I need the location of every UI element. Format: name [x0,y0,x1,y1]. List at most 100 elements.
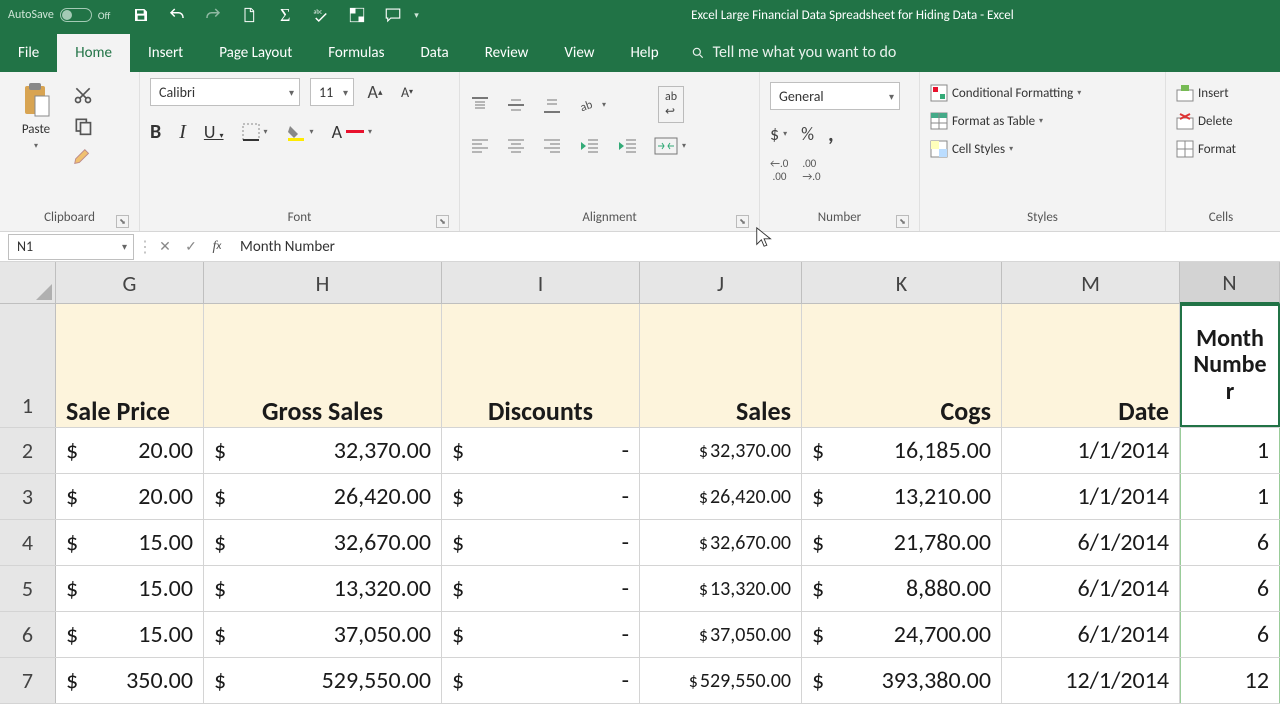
row-header[interactable]: 6 [0,612,56,657]
cell[interactable]: $529,550.00 [640,658,802,703]
cell[interactable]: $13,210.00 [802,474,1002,519]
tab-data[interactable]: Data [402,34,466,72]
col-header-j[interactable]: J [640,262,802,304]
header-sales[interactable]: Sales [640,304,802,427]
cell[interactable]: 12/1/2014 [1002,658,1180,703]
cell[interactable]: $13,320.00 [640,566,802,611]
cell[interactable]: 6 [1180,566,1280,611]
delete-cells-button[interactable]: Delete [1176,112,1236,130]
percent-button[interactable]: % [801,123,814,145]
save-icon[interactable] [132,6,150,24]
cell[interactable]: $20.00 [56,428,204,473]
cell[interactable]: $13,320.00 [204,566,442,611]
tab-review[interactable]: Review [467,34,547,72]
underline-button[interactable]: U ▾ [204,121,224,143]
font-size-select[interactable]: 11 [310,78,354,106]
tab-view[interactable]: View [546,34,612,72]
tab-formulas[interactable]: Formulas [310,34,402,72]
col-header-k[interactable]: K [802,262,1002,304]
redo-icon[interactable] [204,6,222,24]
cell[interactable]: $32,670.00 [640,520,802,565]
paste-dropdown-icon[interactable]: ▾ [34,141,38,151]
cell[interactable]: $15.00 [56,566,204,611]
cell[interactable]: $8,880.00 [802,566,1002,611]
increase-decimal-icon[interactable]: ←.0 .00 [770,157,788,183]
cell[interactable]: $32,370.00 [204,428,442,473]
decrease-decimal-icon[interactable]: .00→.0 [802,157,820,183]
fill-color-button[interactable]: ▾ [286,122,314,142]
conditional-formatting-button[interactable]: Conditional Formatting▾ [930,84,1081,102]
autosum-icon[interactable]: Σ [276,6,294,24]
cell[interactable]: $15.00 [56,612,204,657]
font-color-button[interactable]: A▾ [332,121,372,143]
cell-n1[interactable]: Month Number [1180,304,1280,427]
comma-button[interactable]: , [828,120,834,147]
autosave-switch[interactable] [60,8,92,22]
align-middle-icon[interactable] [506,96,526,114]
bold-button[interactable]: B [150,120,161,144]
cell[interactable]: 6/1/2014 [1002,520,1180,565]
increase-font-icon[interactable]: A▴ [364,81,386,103]
number-launcher[interactable]: ⬊ [896,215,909,228]
cell[interactable]: 6/1/2014 [1002,566,1180,611]
cut-icon[interactable] [72,84,94,106]
cell[interactable]: 6 [1180,612,1280,657]
decrease-font-icon[interactable]: A▾ [396,81,418,103]
font-launcher[interactable]: ⬊ [436,215,449,228]
spreadsheet-grid[interactable]: G H I J K M N 1 Sale Price Gross Sales D… [0,262,1280,720]
format-as-table-button[interactable]: Format as Table▾ [930,112,1081,130]
row-header[interactable]: 4 [0,520,56,565]
enter-formula-icon[interactable]: ✓ [178,238,204,255]
border-button[interactable]: ▾ [242,123,268,141]
format-painter-icon[interactable] [72,146,94,168]
align-top-icon[interactable] [470,96,490,114]
tell-me-search[interactable]: Tell me what you want to do [677,33,911,72]
row-header[interactable]: 7 [0,658,56,703]
tab-file[interactable]: File [0,34,57,72]
col-header-g[interactable]: G [56,262,204,304]
cell[interactable]: $- [442,566,640,611]
undo-icon[interactable] [168,6,186,24]
cell[interactable]: 12 [1180,658,1280,703]
cell[interactable]: 1 [1180,474,1280,519]
clipboard-launcher[interactable]: ⬊ [116,215,129,228]
row-header[interactable]: 3 [0,474,56,519]
col-header-n[interactable]: N [1180,262,1280,304]
italic-button[interactable]: I [179,121,186,144]
tab-page-layout[interactable]: Page Layout [201,34,310,72]
cell[interactable]: 1 [1180,428,1280,473]
decrease-indent-icon[interactable] [578,137,600,155]
qat-customize-icon[interactable]: ▾ [414,10,419,21]
col-header-i[interactable]: I [442,262,640,304]
new-icon[interactable] [240,6,258,24]
header-sale-price[interactable]: Sale Price [56,304,204,427]
autosave-toggle[interactable]: AutoSave Off [0,8,118,22]
increase-indent-icon[interactable] [616,137,638,155]
pivot-icon[interactable] [348,6,366,24]
paste-button[interactable]: Paste ▾ [10,78,62,151]
name-box[interactable]: N1 [8,234,134,260]
row-header-1[interactable]: 1 [0,304,56,427]
align-left-icon[interactable] [470,138,490,154]
cancel-formula-icon[interactable]: ✕ [152,238,178,255]
cell[interactable]: $24,700.00 [802,612,1002,657]
align-center-icon[interactable] [506,138,526,154]
comment-icon[interactable] [384,6,402,24]
cell[interactable]: $21,780.00 [802,520,1002,565]
cell[interactable]: $32,670.00 [204,520,442,565]
cell[interactable]: $- [442,428,640,473]
font-name-select[interactable]: Calibri [150,78,300,106]
row-header[interactable]: 5 [0,566,56,611]
col-header-h[interactable]: H [204,262,442,304]
cell-styles-button[interactable]: Cell Styles▾ [930,140,1081,158]
cell[interactable]: 6/1/2014 [1002,612,1180,657]
spellcheck-icon[interactable]: abc [312,6,330,24]
cell[interactable]: $- [442,612,640,657]
cell[interactable]: $37,050.00 [640,612,802,657]
align-right-icon[interactable] [542,138,562,154]
cell[interactable]: $37,050.00 [204,612,442,657]
currency-button[interactable]: $ ▾ [770,123,787,145]
tab-insert[interactable]: Insert [130,34,201,72]
cell[interactable]: $- [442,658,640,703]
select-all-corner[interactable] [0,262,56,303]
